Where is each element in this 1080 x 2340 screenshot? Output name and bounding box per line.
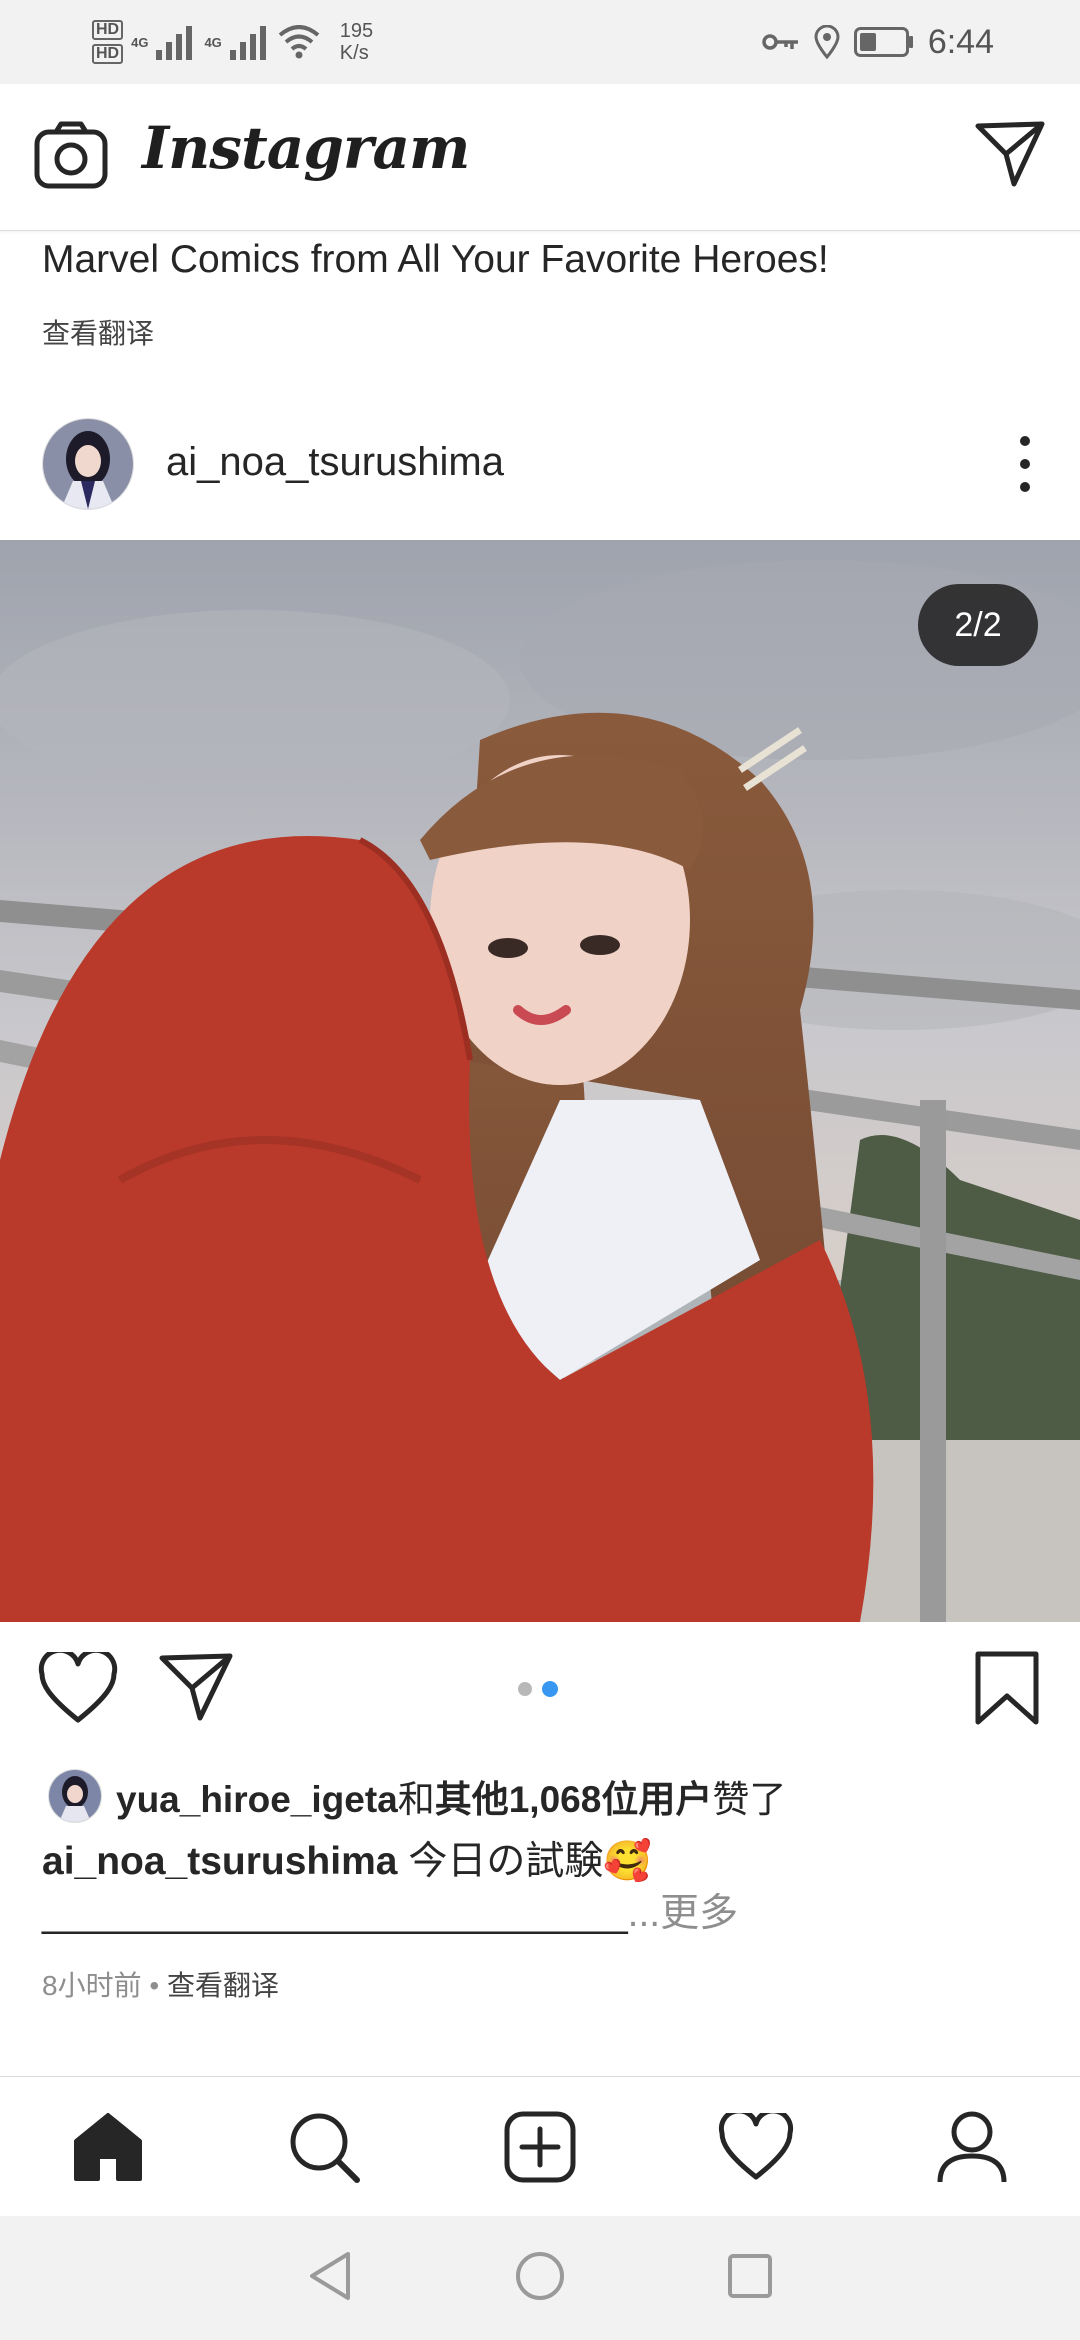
system-back-button[interactable] [306, 2250, 354, 2307]
caption-line-2: ___________________________...更多 [42, 1888, 1042, 1940]
post-header: ai_noa_tsurushima [0, 410, 1080, 540]
caption-text: 今日の試験🥰 [408, 1840, 652, 1883]
avatar-image [43, 419, 133, 509]
heart-icon [38, 1647, 118, 1723]
hd-badge-1: HD [92, 20, 124, 40]
options-dot [1020, 436, 1030, 446]
camera-button[interactable] [34, 120, 108, 195]
home-circle-icon [516, 2251, 564, 2300]
image-counter: 2/2 [918, 584, 1038, 666]
caption-username[interactable]: ai_noa_tsurushima [42, 1840, 397, 1883]
signal-icon [156, 26, 193, 60]
likes-liked-text: 赞了 [712, 1779, 787, 1820]
network-speed: 195 K/s [340, 20, 373, 64]
nav-profile[interactable] [917, 2092, 1027, 2202]
key-icon [762, 34, 798, 50]
previous-post-translate-link[interactable]: 查看翻译 [42, 312, 154, 352]
profile-icon [937, 2111, 1007, 2183]
battery-icon [853, 27, 913, 57]
network-type-2: 4G [204, 34, 222, 50]
clock-time: 6:44 [927, 22, 994, 61]
nav-home[interactable] [53, 2092, 163, 2202]
direct-message-button[interactable] [974, 120, 1046, 193]
app-logo: Instagram [142, 114, 470, 182]
hd-indicators: HD HD [92, 20, 124, 64]
back-triangle-icon [310, 2251, 350, 2300]
post-time: 8小时前 [42, 1970, 142, 2001]
post-options-button[interactable] [1010, 436, 1040, 492]
meta-separator: • [141, 1970, 167, 2001]
network-type-1: 4G [131, 34, 149, 50]
search-icon [290, 2113, 360, 2183]
carousel-indicator [518, 1681, 558, 1697]
likes-summary[interactable]: yua_hiroe_igeta和其他1,068位用户赞了 [48, 1766, 786, 1826]
system-home-button[interactable] [514, 2250, 566, 2307]
post-image[interactable]: 2/2 [0, 540, 1080, 1622]
status-bar: HD HD 4G 4G 195 K/s 6:44 [0, 0, 1080, 84]
likes-text: yua_hiroe_igeta和其他1,068位用户赞了 [116, 1769, 786, 1823]
nav-activity[interactable] [701, 2092, 811, 2202]
post-translate-link[interactable]: 查看翻译 [167, 1970, 279, 2001]
bottom-navigation [0, 2076, 1080, 2217]
caption-line-1: ai_noa_tsurushima 今日の試験🥰 [42, 1836, 1042, 1888]
post-action-bar [0, 1622, 1080, 1752]
liker-avatar-image [49, 1770, 101, 1822]
bookmark-icon [975, 1651, 1039, 1725]
home-icon [74, 2113, 142, 2181]
options-dot [1020, 482, 1030, 492]
options-dot [1020, 459, 1030, 469]
post-photo [0, 540, 1080, 1622]
send-icon [159, 1653, 233, 1721]
system-recents-button[interactable] [726, 2252, 774, 2305]
direct-message-icon [975, 121, 1045, 187]
location-icon [814, 25, 840, 59]
activity-heart-icon [718, 2113, 794, 2180]
status-right: 6:44 [762, 16, 994, 68]
caption-more-link[interactable]: ...更多 [628, 1892, 739, 1935]
like-button[interactable] [38, 1647, 118, 1729]
post-caption: ai_noa_tsurushima 今日の試験🥰 _______________… [42, 1836, 1042, 1940]
camera-icon [34, 121, 108, 189]
post-meta: 8小时前 • 查看翻译 [42, 1964, 279, 2004]
save-button[interactable] [974, 1650, 1040, 1731]
carousel-dot [518, 1682, 532, 1696]
share-button[interactable] [158, 1652, 234, 1727]
likes-and-text: 和 [397, 1779, 435, 1820]
wifi-icon [278, 25, 320, 59]
previous-post-caption: Marvel Comics from All Your Favorite Her… [42, 238, 829, 281]
likes-others-link[interactable]: 其他1,068位用户 [435, 1779, 713, 1820]
speed-value: 195 [339, 20, 374, 42]
carousel-dot-active [542, 1681, 558, 1697]
post-author-avatar[interactable] [42, 418, 134, 510]
post-author-username[interactable]: ai_noa_tsurushima [166, 440, 504, 485]
liker-username[interactable]: yua_hiroe_igeta [116, 1779, 398, 1820]
speed-unit: K/s [339, 42, 369, 64]
nav-new-post[interactable] [485, 2092, 595, 2202]
nav-search[interactable] [269, 2092, 379, 2202]
recents-square-icon [728, 2253, 772, 2298]
status-left: HD HD 4G 4G 195 K/s [92, 14, 373, 70]
signal-icon-2 [229, 26, 266, 60]
caption-underline-text: ___________________________ [42, 1892, 628, 1935]
liker-avatar[interactable] [48, 1769, 102, 1823]
hd-badge-2: HD [92, 44, 124, 64]
system-navigation-bar [0, 2216, 1080, 2340]
app-header: Instagram [0, 84, 1080, 231]
new-post-icon [504, 2111, 576, 2183]
